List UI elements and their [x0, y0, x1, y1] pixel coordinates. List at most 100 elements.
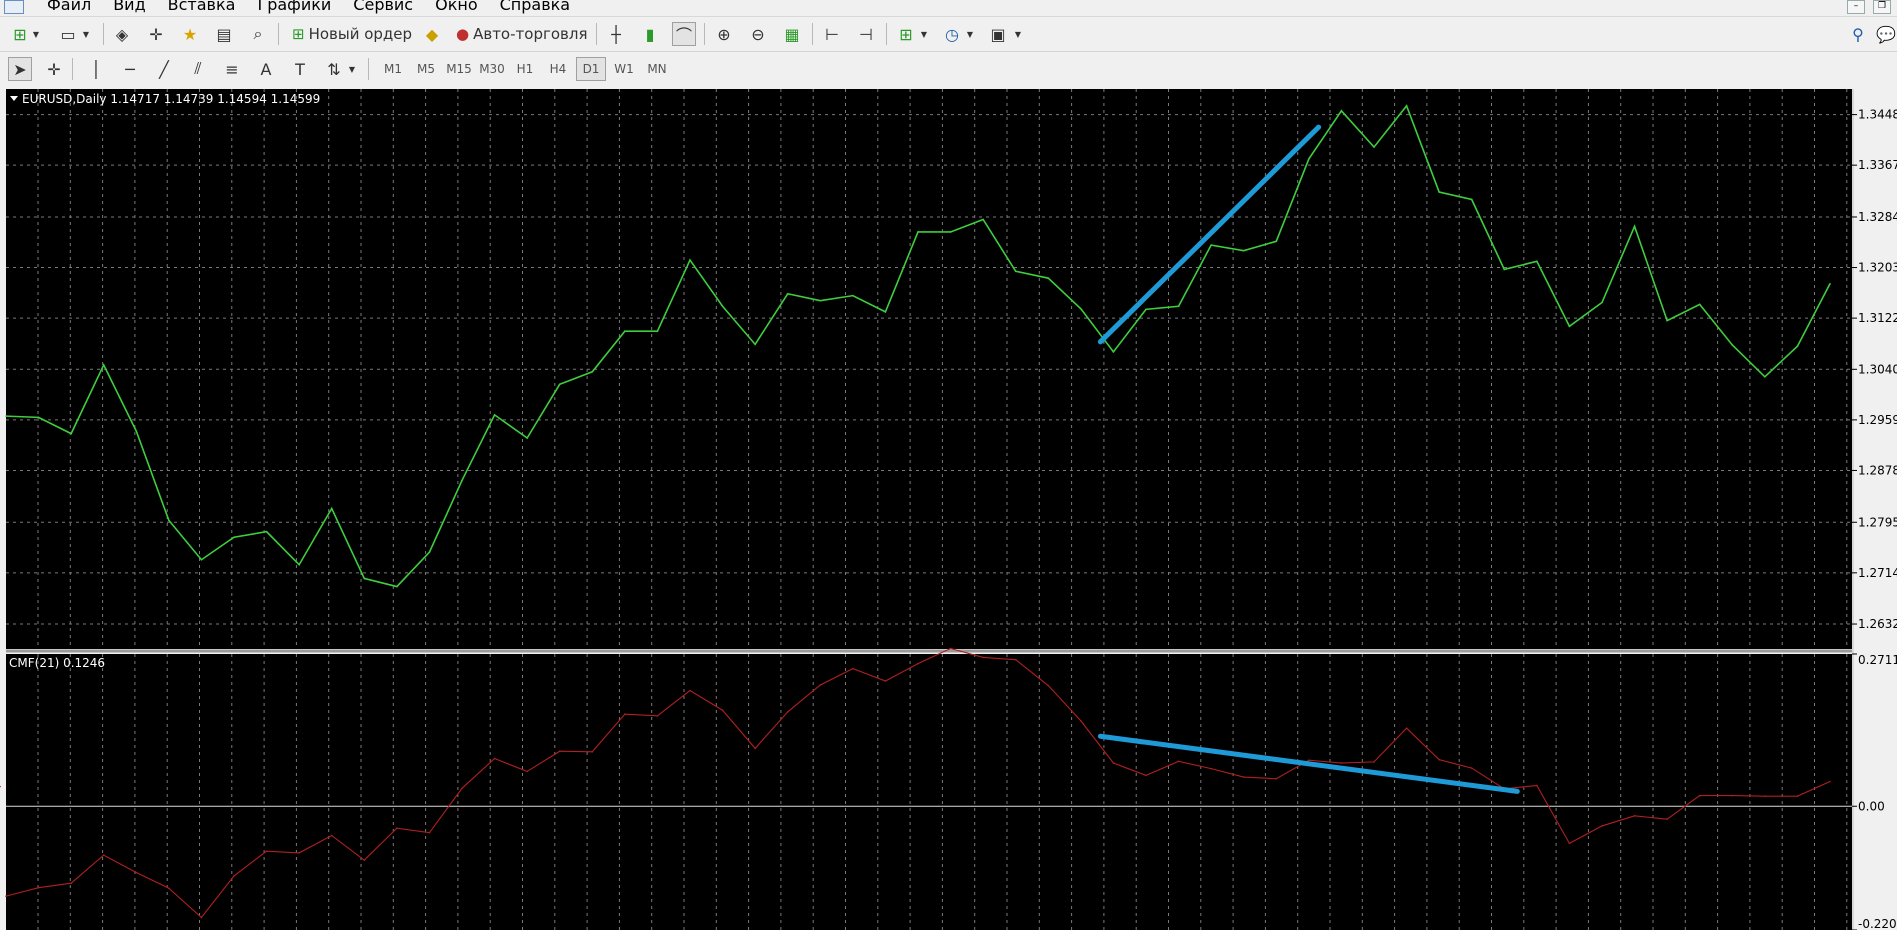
data-point: [917, 231, 919, 233]
timeframe-m15-button[interactable]: M15: [444, 57, 474, 81]
menu-item-6[interactable]: Справка: [489, 0, 582, 14]
data-point: [102, 854, 105, 856]
chat-icon[interactable]: 💬: [1874, 22, 1897, 46]
indicators-dropdown-icon[interactable]: ▼: [918, 22, 930, 46]
data-point: [168, 887, 170, 890]
timeframe-m30-button[interactable]: M30: [477, 57, 507, 81]
data-point: [1210, 767, 1212, 770]
minimize-icon[interactable]: –: [1847, 0, 1865, 14]
data-point: [102, 364, 105, 366]
data-point: [1047, 277, 1050, 279]
arrows-dropdown-icon[interactable]: ▼: [346, 57, 358, 81]
data-point: [754, 747, 756, 750]
new-order-button[interactable]: ⊞ Новый ордер: [286, 22, 418, 46]
data-point: [1731, 344, 1734, 346]
eurusd-chart[interactable]: 1.3448 1.3367 1.3284 1.3203 1.3122 1.3040 1.29…: [0, 86, 1897, 930]
arrows-icon[interactable]: ⇅: [322, 57, 346, 81]
data-point: [689, 689, 691, 692]
data-point: [884, 311, 887, 313]
menu-item-5[interactable]: Окно: [424, 0, 489, 14]
autoscroll-icon[interactable]: ⊣: [854, 22, 878, 46]
timeframe-w1-button[interactable]: W1: [609, 57, 639, 81]
data-point: [70, 432, 72, 435]
data-point: [558, 383, 561, 386]
terminal-icon[interactable]: ▤: [212, 22, 236, 46]
data-point: [1373, 146, 1375, 148]
data-point: [1536, 260, 1538, 263]
templates-icon[interactable]: ▣: [986, 22, 1010, 46]
menu-item-1[interactable]: Вид: [102, 0, 156, 14]
equidistant-channel-icon[interactable]: ⫽: [186, 57, 210, 81]
data-point: [1080, 720, 1082, 722]
data-point: [1633, 815, 1636, 817]
data-point: [363, 577, 366, 580]
menu-item-0[interactable]: Файл: [36, 0, 102, 14]
bar-chart-icon[interactable]: ┼: [604, 22, 628, 46]
data-point: [1145, 308, 1147, 311]
navigator-icon[interactable]: ★: [178, 22, 202, 46]
text-label-icon[interactable]: T: [288, 57, 312, 81]
new-chart-icon[interactable]: ⊞: [8, 22, 32, 46]
data-point: [689, 259, 691, 261]
data-point: [233, 536, 235, 539]
meta-editor-icon[interactable]: ◆: [420, 22, 444, 46]
menu-item-2[interactable]: Вставка: [157, 0, 247, 14]
data-point: [1666, 319, 1668, 322]
profiles-icon[interactable]: ▭: [56, 22, 80, 46]
menu-item-4[interactable]: Сервис: [342, 0, 424, 14]
price-tick-label: 1.2632: [1858, 617, 1897, 631]
data-point: [1536, 784, 1538, 787]
chart-shift-icon[interactable]: ⊢: [820, 22, 844, 46]
menu-item-3[interactable]: Графики: [246, 0, 342, 14]
timeframe-m1-button[interactable]: M1: [378, 57, 408, 81]
crosshair-icon[interactable]: ✛: [42, 57, 66, 81]
timeframe-h4-button[interactable]: H4: [543, 57, 573, 81]
data-point: [1308, 158, 1310, 160]
templates-dropdown-icon[interactable]: ▼: [1012, 22, 1024, 46]
tile-windows-icon[interactable]: ▦: [780, 22, 804, 46]
data-point: [1014, 270, 1017, 273]
indicators-icon[interactable]: ⊞: [894, 22, 918, 46]
data-point: [200, 916, 203, 919]
data-point: [656, 330, 659, 333]
cursor-icon[interactable]: ➤: [8, 57, 32, 81]
data-point: [330, 507, 333, 510]
line-chart-icon[interactable]: ⌒: [672, 22, 696, 46]
cmf-tick-label: 0.00: [1858, 799, 1885, 813]
autotrading-icon: ●: [456, 25, 470, 43]
data-point: [428, 831, 431, 834]
data-point: [1308, 759, 1310, 762]
profiles-dropdown-icon[interactable]: ▼: [80, 22, 92, 46]
autotrading-button[interactable]: ● Авто-торговля: [450, 22, 593, 46]
data-point: [1145, 774, 1147, 777]
timeframe-mn-button[interactable]: MN: [642, 57, 672, 81]
timeframe-d1-button[interactable]: D1: [576, 57, 606, 81]
data-point: [624, 330, 626, 333]
price-tick-label: 1.2959: [1858, 413, 1897, 427]
strategy-tester-icon[interactable]: ⌕: [246, 22, 270, 46]
restore-icon[interactable]: ❐: [1873, 0, 1891, 14]
search-icon[interactable]: ⚲: [1846, 22, 1870, 46]
market-watch-icon[interactable]: ◈: [110, 22, 134, 46]
zoom-in-icon[interactable]: ⊕: [712, 22, 736, 46]
data-point: [5, 895, 7, 897]
data-point: [396, 827, 398, 829]
candlestick-icon[interactable]: ▮: [638, 22, 662, 46]
periods-dropdown-icon[interactable]: ▼: [964, 22, 976, 46]
trendline-icon[interactable]: ╱: [152, 57, 176, 81]
drawing-toolbar: ➤ ✛ │ ─ ╱ ⫽ ≡ A T ⇅ ▼ M1 M5 M15 M30 H1 H4 D1 W1…: [0, 52, 1897, 87]
data-point: [1112, 351, 1115, 353]
text-icon[interactable]: A: [254, 57, 278, 81]
new-chart-dropdown-icon[interactable]: ▼: [30, 22, 42, 46]
new-order-icon: ⊞: [292, 25, 305, 43]
timeframe-h1-button[interactable]: H1: [510, 57, 540, 81]
periods-icon[interactable]: ◷: [940, 22, 964, 46]
horizontal-line-icon[interactable]: ─: [118, 57, 142, 81]
data-point: [949, 647, 952, 650]
data-point: [396, 585, 398, 588]
vertical-line-icon[interactable]: │: [84, 57, 108, 81]
zoom-out-icon[interactable]: ⊖: [746, 22, 770, 46]
timeframe-m5-button[interactable]: M5: [411, 57, 441, 81]
data-window-icon[interactable]: ✛: [144, 22, 168, 46]
fibonacci-icon[interactable]: ≡: [220, 57, 244, 81]
